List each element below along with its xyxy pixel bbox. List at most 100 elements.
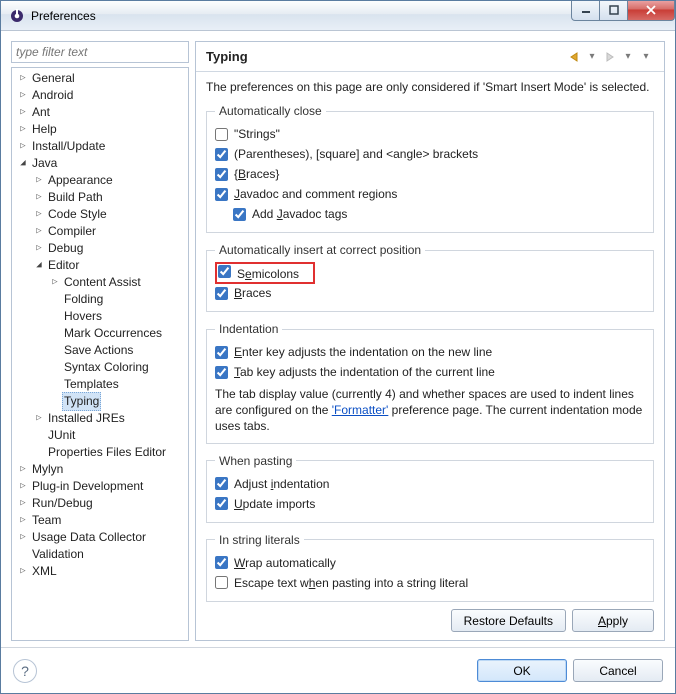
tree-item-label: Debug: [46, 240, 85, 257]
help-button[interactable]: ?: [13, 659, 37, 683]
tree-item[interactable]: ◢Editor: [12, 257, 188, 274]
expand-icon[interactable]: ▷: [16, 121, 30, 138]
cb-update[interactable]: [215, 497, 228, 510]
cb-addtags[interactable]: [233, 208, 246, 221]
expand-icon[interactable]: ▷: [16, 104, 30, 121]
filter-input[interactable]: [12, 42, 188, 62]
tree-item[interactable]: Mark Occurrences: [12, 325, 188, 342]
lbl-strings: "Strings": [234, 127, 280, 141]
expand-icon[interactable]: ▷: [16, 138, 30, 155]
tree-item[interactable]: ◢Java: [12, 155, 188, 172]
tree-item-label: Syntax Coloring: [62, 359, 151, 376]
ok-button[interactable]: OK: [477, 659, 567, 682]
tree-item[interactable]: ▷Usage Data Collector: [12, 529, 188, 546]
dialog-footer: ? OK Cancel: [1, 647, 675, 693]
tree-item[interactable]: ▷General: [12, 70, 188, 87]
tree-item[interactable]: Folding: [12, 291, 188, 308]
tree-item-label: Android: [30, 87, 75, 104]
expand-icon[interactable]: ▷: [16, 87, 30, 104]
formatter-link[interactable]: 'Formatter': [332, 403, 389, 417]
lbl-update: Update imports: [234, 497, 315, 511]
expand-icon[interactable]: ▷: [16, 512, 30, 529]
tree-item-label: General: [30, 70, 77, 87]
cb-tab[interactable]: [215, 366, 228, 379]
cb-enter[interactable]: [215, 346, 228, 359]
maximize-button[interactable]: [599, 1, 628, 21]
tree-item[interactable]: ▷XML: [12, 563, 188, 580]
tree-item[interactable]: ▷Mylyn: [12, 461, 188, 478]
tree-item[interactable]: ▷Install/Update: [12, 138, 188, 155]
expand-icon[interactable]: ▷: [32, 189, 46, 206]
cb-wrap[interactable]: [215, 556, 228, 569]
expand-icon[interactable]: ▷: [16, 563, 30, 580]
cancel-button[interactable]: Cancel: [573, 659, 663, 682]
tree-item[interactable]: ▷Compiler: [12, 223, 188, 240]
tree-item-label: Typing: [62, 392, 101, 411]
cb-adjust[interactable]: [215, 477, 228, 490]
tree-item-label: Run/Debug: [30, 495, 95, 512]
tree-item[interactable]: ▷Installed JREs: [12, 410, 188, 427]
expand-icon[interactable]: ▷: [16, 461, 30, 478]
tree-item[interactable]: ▷Content Assist: [12, 274, 188, 291]
tree-item[interactable]: ▷Plug-in Development: [12, 478, 188, 495]
tree-item-label: Ant: [30, 104, 52, 121]
expand-icon[interactable]: ◢: [16, 155, 30, 172]
apply-button[interactable]: Apply: [572, 609, 654, 632]
tree-item[interactable]: Templates: [12, 376, 188, 393]
tree-item[interactable]: ▷Debug: [12, 240, 188, 257]
expand-icon[interactable]: ▷: [32, 410, 46, 427]
close-button[interactable]: [627, 1, 675, 21]
restore-defaults-button[interactable]: Restore Defaults: [451, 609, 566, 632]
expand-icon[interactable]: ▷: [32, 206, 46, 223]
expand-icon[interactable]: ▷: [32, 240, 46, 257]
tree-item[interactable]: Save Actions: [12, 342, 188, 359]
cb-parens[interactable]: [215, 148, 228, 161]
expand-icon[interactable]: ▷: [16, 529, 30, 546]
tree-item[interactable]: ▷Run/Debug: [12, 495, 188, 512]
forward-icon[interactable]: [602, 49, 618, 65]
lbl-adjust: Adjust indentation: [234, 477, 329, 491]
tree-item-label: Install/Update: [30, 138, 107, 155]
page-header: Typing ▾ ▾ ▾: [196, 42, 664, 72]
back-icon[interactable]: [566, 49, 582, 65]
tree-item[interactable]: ▷Team: [12, 512, 188, 529]
minimize-button[interactable]: [571, 1, 600, 21]
tree-item[interactable]: ▷Build Path: [12, 189, 188, 206]
expand-icon[interactable]: ▷: [16, 70, 30, 87]
group-autoinsert-legend: Automatically insert at correct position: [215, 243, 425, 257]
tree-item[interactable]: ▷Android: [12, 87, 188, 104]
tree-item[interactable]: Typing: [12, 393, 188, 410]
expand-icon[interactable]: ▷: [32, 172, 46, 189]
expand-icon[interactable]: ▷: [32, 223, 46, 240]
tree-item-label: XML: [30, 563, 59, 580]
forward-menu-icon[interactable]: ▾: [620, 49, 636, 65]
cb-javadoc[interactable]: [215, 188, 228, 201]
tree-item-label: Code Style: [46, 206, 109, 223]
expand-icon[interactable]: ▷: [16, 495, 30, 512]
back-menu-icon[interactable]: ▾: [584, 49, 600, 65]
tree-item[interactable]: ▷Help: [12, 121, 188, 138]
expand-icon[interactable]: ▷: [16, 478, 30, 495]
tree-item[interactable]: Hovers: [12, 308, 188, 325]
right-panel: Typing ▾ ▾ ▾ The preferences on this pag…: [195, 41, 665, 641]
tree-item[interactable]: Syntax Coloring: [12, 359, 188, 376]
tree-item[interactable]: ▷Code Style: [12, 206, 188, 223]
cb-ibraces[interactable]: [215, 287, 228, 300]
tree-item[interactable]: Properties Files Editor: [12, 444, 188, 461]
tree-item-label: Help: [30, 121, 59, 138]
expand-icon[interactable]: ▷: [48, 274, 62, 291]
filter-box: [11, 41, 189, 63]
cb-strings[interactable]: [215, 128, 228, 141]
tree-item[interactable]: JUnit: [12, 427, 188, 444]
cb-braces[interactable]: [215, 168, 228, 181]
view-menu-icon[interactable]: ▾: [638, 49, 654, 65]
preferences-tree[interactable]: ▷General▷Android▷Ant▷Help▷Install/Update…: [11, 67, 189, 641]
tree-item[interactable]: ▷Appearance: [12, 172, 188, 189]
cb-escape[interactable]: [215, 576, 228, 589]
tree-item[interactable]: Validation: [12, 546, 188, 563]
expand-icon[interactable]: ◢: [32, 257, 46, 274]
tree-item[interactable]: ▷Ant: [12, 104, 188, 121]
lbl-tab: Tab key adjusts the indentation of the c…: [234, 365, 495, 379]
cb-semicolons[interactable]: [218, 265, 231, 278]
tree-item-label: Mylyn: [30, 461, 65, 478]
